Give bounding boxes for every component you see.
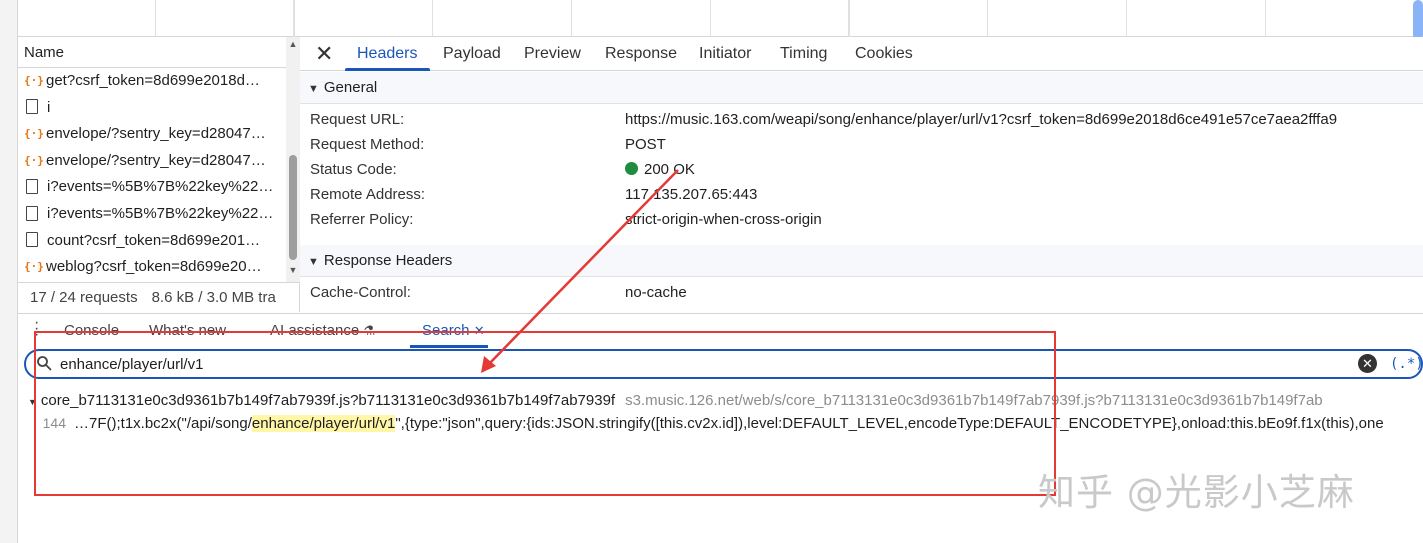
watermark: 知乎 @光影小芝麻 [1038,471,1355,514]
